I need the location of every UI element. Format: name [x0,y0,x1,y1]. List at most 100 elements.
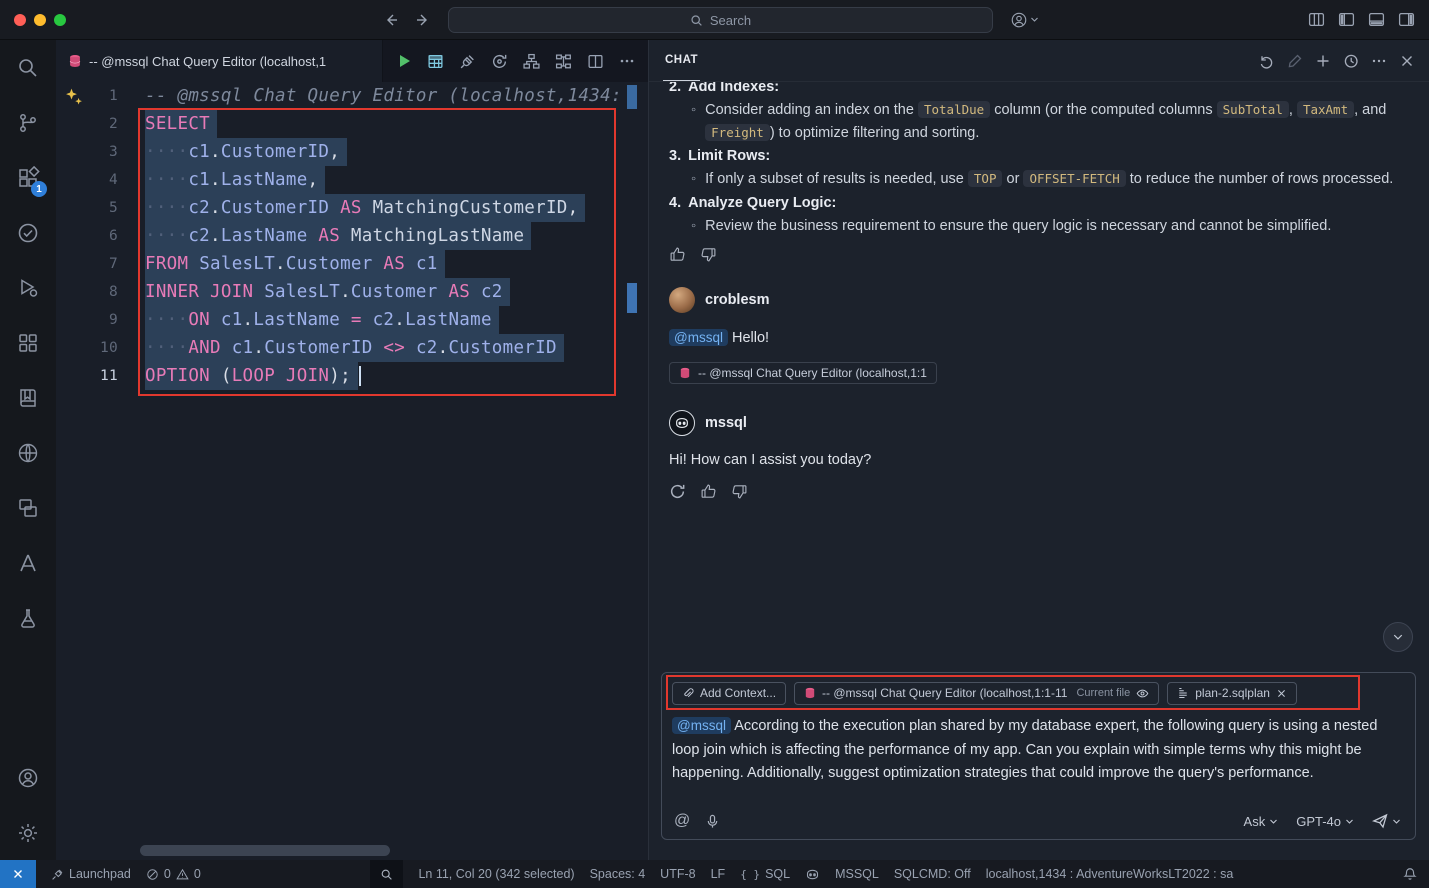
toggle-panel-icon[interactable] [1368,11,1385,28]
edit-session-icon[interactable] [1287,53,1303,69]
thumbs-down-icon[interactable] [700,246,717,263]
actual-plan-button[interactable] [555,53,572,70]
zoom-status-item[interactable] [370,860,403,888]
database-icon [679,367,691,379]
testing-icon[interactable] [0,205,56,260]
results-grid-button[interactable] [427,53,444,70]
encoding-setting[interactable]: UTF-8 [660,867,695,881]
close-icon[interactable] [1399,53,1415,69]
plan-file-chip[interactable]: plan-2.sqlplan [1167,682,1297,705]
code-token [405,338,416,358]
notifications-bell-icon[interactable] [1403,867,1417,881]
copilot-sparkle-icon[interactable] [64,87,84,107]
more-actions-icon[interactable] [1371,53,1387,69]
estimated-plan-button[interactable] [491,53,508,70]
code-line[interactable]: 1-- @mssql Chat Query Editor (localhost,… [56,82,648,110]
accounts-icon[interactable] [0,750,56,805]
attached-file-chip[interactable]: -- @mssql Chat Query Editor (localhost,1… [669,362,937,384]
editor-group: -- @mssql Chat Query Editor (localhost,1… [56,40,648,860]
extensions-icon[interactable]: 1 [0,150,56,205]
more-actions-button[interactable] [619,53,635,69]
query-plan-button[interactable] [523,53,540,70]
disconnect-plug-button[interactable] [459,53,476,70]
editor-tab[interactable]: -- @mssql Chat Query Editor (localhost,1 [56,40,383,82]
docs-book-icon[interactable] [0,370,56,425]
code-line[interactable]: 3····c1.CustomerID, [56,138,648,166]
model-selector[interactable]: GPT-4o [1296,814,1354,829]
mode-selector[interactable]: Ask [1244,814,1279,829]
microphone-icon[interactable] [705,814,720,829]
source-control-icon[interactable] [0,95,56,150]
thumbs-up-icon[interactable] [669,246,686,263]
code-line[interactable]: 4····c1.LastName, [56,166,648,194]
add-context-button[interactable]: Add Context... [672,682,786,705]
list-bullet: ◦If only a subset of results is needed, … [669,168,1409,191]
chat-input-text[interactable]: @mssql According to the execution plan s… [672,714,1405,786]
maximize-window-button[interactable] [54,14,66,26]
undo-icon[interactable] [1259,53,1275,69]
toggle-secondary-sidebar-icon[interactable] [1398,11,1415,28]
account-menu[interactable] [1010,11,1039,29]
remove-chip-icon[interactable] [1276,688,1287,699]
run-query-button[interactable] [396,53,412,69]
code-line[interactable]: 9····ON c1.LastName = c2.LastName [56,306,648,334]
extensions-grid-icon[interactable] [0,315,56,370]
search-activity-icon[interactable] [0,40,56,95]
command-center-search[interactable]: Search [448,7,993,33]
remote-indicator[interactable] [0,860,36,888]
regenerate-icon[interactable] [669,483,686,500]
minimize-window-button[interactable] [34,14,46,26]
mention-chip[interactable]: @mssql [672,717,731,734]
problems-button[interactable]: 0 0 [146,867,201,881]
eye-icon[interactable] [1136,687,1149,700]
scroll-to-bottom-button[interactable] [1383,622,1413,652]
forward-icon[interactable] [415,12,431,28]
code-line[interactable]: 7FROM SalesLT.Customer AS c1 [56,250,648,278]
code-line[interactable]: 11OPTION (LOOP JOIN); [56,362,648,390]
code-editor[interactable]: 1-- @mssql Chat Query Editor (localhost,… [56,82,648,860]
toggle-primary-sidebar-icon[interactable] [1338,11,1355,28]
chat-list-item: 4.Analyze Query Logic:◦Review the busine… [669,192,1409,238]
assistant-list: 2.Add Indexes:◦Consider adding an index … [669,82,1409,237]
back-icon[interactable] [383,12,399,28]
chat-tab[interactable]: CHAT [663,40,700,81]
horizontal-scrollbar[interactable] [140,845,390,856]
send-button[interactable] [1372,813,1401,829]
mssql-status[interactable]: MSSQL [835,867,879,881]
inline-code: TotalDue [918,101,990,118]
indentation-setting[interactable]: Spaces: 4 [590,867,646,881]
new-chat-icon[interactable] [1315,53,1331,69]
chat-history-icon[interactable] [1343,53,1359,69]
thumbs-down-icon[interactable] [731,483,748,500]
launchpad-button[interactable]: Launchpad [51,867,131,881]
thumbs-up-icon[interactable] [700,483,717,500]
sqlcmd-status[interactable]: SQLCMD: Off [894,867,971,881]
current-file-chip[interactable]: -- @mssql Chat Query Editor (localhost,1… [794,682,1159,705]
code-token: , [568,198,579,218]
mention-icon[interactable]: @ [674,812,690,830]
language-mode[interactable]: { } SQL [740,867,790,881]
database-projects-flask-icon[interactable] [0,590,56,645]
settings-gear-icon[interactable] [0,805,56,860]
code-line[interactable]: 2SELECT [56,110,648,138]
remote-explorer-icon[interactable] [0,480,56,535]
cursor-position[interactable]: Ln 11, Col 20 (342 selected) [418,867,574,881]
code-token: ···· [145,170,188,190]
eol-setting[interactable]: LF [711,867,726,881]
chat-input-container[interactable]: Add Context... -- @mssql Chat Query Edit… [661,672,1416,840]
code-line[interactable]: 8INNER JOIN SalesLT.Customer AS c2 [56,278,648,306]
mention-chip[interactable]: @mssql [669,329,728,346]
code-line[interactable]: 10····AND c1.CustomerID <> c2.CustomerID [56,334,648,362]
titlebar: Search [0,0,1429,40]
code-line[interactable]: 5····c2.CustomerID AS MatchingCustomerID… [56,194,648,222]
copilot-status-icon[interactable] [805,867,820,882]
close-window-button[interactable] [14,14,26,26]
github-globe-icon[interactable] [0,425,56,480]
toggle-layout-icon[interactable] [1308,11,1325,28]
chat-list-item: 2.Add Indexes:◦Consider adding an index … [669,82,1409,144]
connection-status[interactable]: localhost,1434 : AdventureWorksLT2022 : … [986,867,1234,881]
azure-icon[interactable] [0,535,56,590]
split-editor-button[interactable] [587,53,604,70]
run-debug-icon[interactable] [0,260,56,315]
code-line[interactable]: 6····c2.LastName AS MatchingLastName [56,222,648,250]
